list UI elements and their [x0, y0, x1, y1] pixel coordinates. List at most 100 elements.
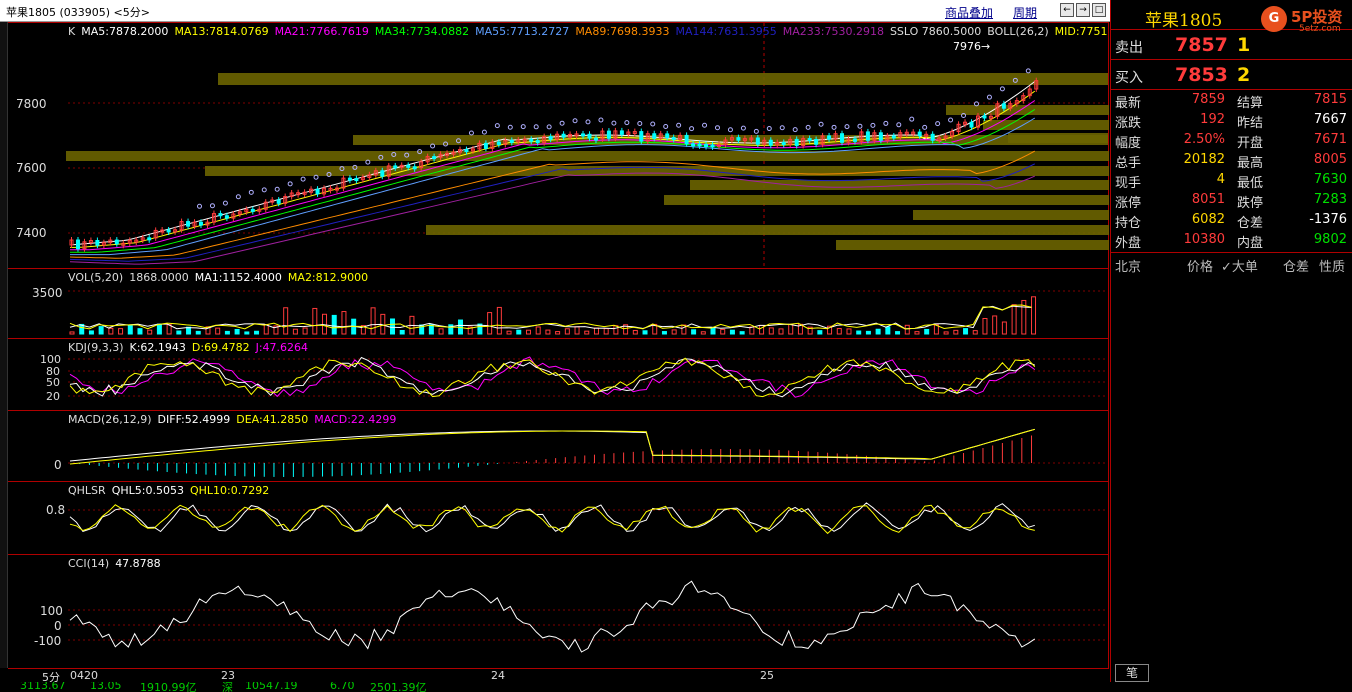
candle-body — [198, 221, 203, 226]
date-label-25: 25 — [760, 669, 774, 682]
sar-dot — [598, 117, 604, 123]
sar-dot — [818, 121, 824, 127]
volume-bar — [555, 331, 561, 335]
col-big-order[interactable]: ✓大单 — [1221, 256, 1258, 275]
period-link[interactable]: 周期 — [1013, 4, 1037, 21]
volume-bar — [195, 330, 201, 335]
kdj-panel[interactable]: KDJ(9,3,3) K:62.1943 D:69.4782 J:47.6264 10… — [8, 338, 1109, 410]
quote-label: 涨停 — [1115, 196, 1142, 211]
ask-row[interactable]: 卖出 7857 1 — [1111, 30, 1352, 60]
date-axis: 5分 0420 23 24 25 — [8, 668, 1109, 684]
volume-bar — [215, 327, 221, 335]
contract-name: 苹果1805 — [1145, 11, 1223, 31]
qhl-legend-item: QHLSR — [68, 484, 106, 497]
cci-tick-neg100: -100 — [34, 634, 62, 648]
status-bar: 3113.67 13.05 1910.99亿 深 10547.19 6.70 2… — [0, 682, 1352, 692]
candle-body — [697, 143, 702, 147]
volume-bar — [390, 318, 396, 335]
volume-bar — [943, 331, 949, 335]
cci-legend-item: 47.8788 — [115, 557, 161, 570]
sar-dot — [494, 123, 500, 129]
volume-profile-bar — [218, 73, 1108, 85]
qhl-legend-item: QHL5:0.5053 — [111, 484, 184, 497]
volume-bar — [312, 307, 318, 335]
main-legend-item: MA13:7814.0769 — [174, 25, 269, 38]
volume-bar — [885, 326, 891, 335]
cci-chart[interactable] — [8, 555, 1109, 669]
candle-body — [684, 134, 689, 145]
quote-value: 8005 — [1313, 152, 1347, 167]
quote-label: 内盘 — [1237, 236, 1264, 251]
candle-body — [535, 140, 540, 144]
sar-dot — [507, 124, 513, 130]
volume-bar — [593, 327, 599, 335]
price-panel[interactable]: 7976→ K MA5:7878.2000 MA13:7814.0769 MA21:7… — [8, 22, 1109, 269]
candlestick-chart[interactable]: 7976→ — [8, 23, 1109, 269]
volume-bar — [972, 330, 978, 335]
sar-dot — [779, 125, 785, 131]
quote-value: 192 — [1200, 112, 1225, 127]
main-legend-item: MA89:7698.3933 — [575, 25, 670, 38]
candle-body — [393, 165, 398, 169]
candle-body — [755, 137, 760, 145]
volume-bar — [836, 328, 842, 335]
candle-body — [827, 135, 832, 140]
volume-profile-bar — [690, 180, 1109, 190]
sar-dot — [948, 117, 954, 123]
volume-bar — [283, 307, 289, 335]
scroll-right-button[interactable]: → — [1076, 3, 1090, 17]
main-legend-item: K — [68, 25, 76, 38]
quote-label: 昨结 — [1237, 116, 1264, 131]
volume-bar — [263, 324, 269, 335]
volume-bar — [1011, 304, 1017, 335]
quote-value: 7671 — [1313, 132, 1347, 147]
sar-dot — [274, 186, 280, 192]
candle-body — [891, 135, 896, 139]
quote-label: 仓差 — [1237, 216, 1264, 231]
volume-bar — [234, 328, 240, 335]
kdj-legend-item: D:69.4782 — [191, 341, 250, 354]
volume-bar — [1031, 296, 1037, 335]
tick-list-header: 北京 价格 ✓大单 仓差 性质 — [1111, 252, 1352, 275]
quote-value: 10380 — [1183, 232, 1225, 247]
overlay-product-link[interactable]: 商品叠加 — [945, 4, 993, 21]
sar-dot — [637, 121, 643, 127]
quote-row: 幅度 2.50% 开盘 7671 — [1111, 130, 1352, 151]
bid-row[interactable]: 买入 7853 2 — [1111, 60, 1352, 90]
status-change: 13.05 — [90, 682, 122, 692]
quote-row: 涨跌 192 昨结 7667 — [1111, 110, 1352, 131]
cci-panel[interactable]: CCI(14) 47.8788 100 0 -100 — [8, 554, 1109, 668]
volume-bar — [691, 329, 697, 335]
candle-body — [710, 144, 715, 148]
bid-qty: 2 — [1237, 64, 1251, 86]
volume-bar — [564, 328, 570, 335]
price-tick-7400: 7400 — [16, 226, 47, 240]
candle-body — [652, 133, 657, 139]
quote-label: 现手 — [1115, 176, 1142, 191]
sar-dot — [935, 121, 941, 127]
candle-body — [982, 115, 987, 119]
volume-panel[interactable]: VOL(5,20) 1868.0000 MA1:1152.4000 MA2:812.9… — [8, 268, 1109, 338]
main-legend-item: MA34:7734.0882 — [374, 25, 470, 38]
candle-body — [496, 141, 501, 145]
cci-legend-item: CCI(14) — [68, 557, 110, 570]
high-marker-label: 7976→ — [953, 40, 990, 53]
candle-body — [380, 170, 385, 177]
candle-body — [619, 130, 624, 135]
volume-bar — [1001, 321, 1007, 335]
volume-bar — [108, 327, 114, 335]
left-edge-strip — [0, 22, 8, 668]
volume-bar — [584, 330, 590, 335]
sar-dot — [753, 128, 759, 134]
volume-bar — [506, 330, 512, 335]
volume-bar — [438, 328, 444, 335]
macd-panel[interactable]: MACD(26,12,9) DIFF:52.4999 DEA:41.2850 MACD… — [8, 410, 1109, 481]
candle-body — [561, 133, 566, 138]
qhlsr-panel[interactable]: QHLSR QHL5:0.5053 QHL10:0.7292 0.8 — [8, 481, 1109, 554]
maximize-button[interactable]: □ — [1092, 3, 1106, 17]
sar-dot — [883, 120, 889, 126]
scroll-left-button[interactable]: ← — [1060, 3, 1074, 17]
tick-tab[interactable]: 笔 — [1115, 664, 1149, 682]
bid-price: 7853 — [1175, 64, 1228, 86]
volume-bar — [496, 306, 502, 335]
